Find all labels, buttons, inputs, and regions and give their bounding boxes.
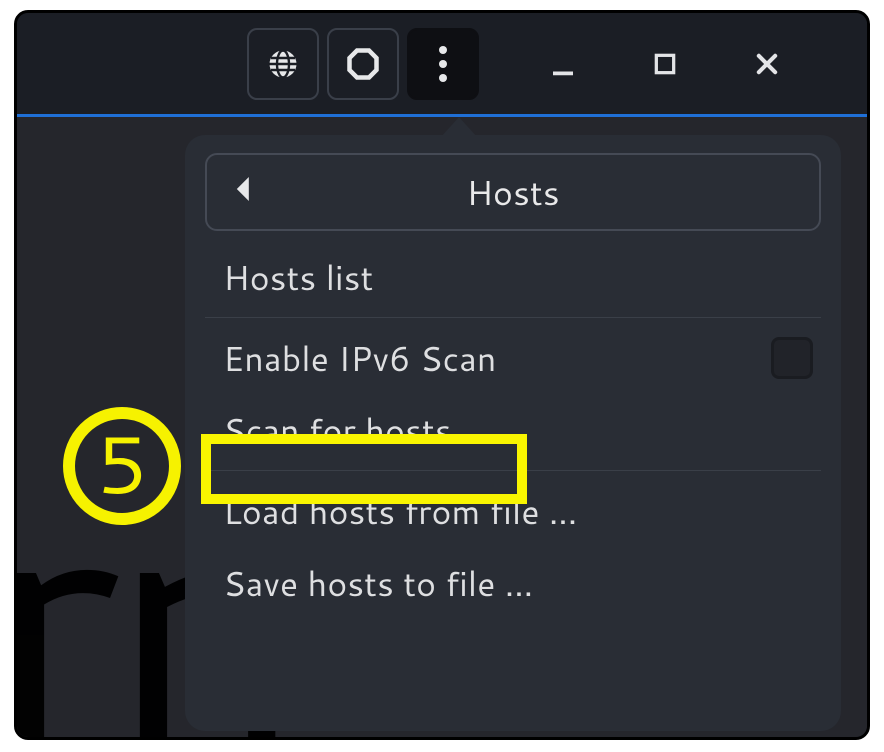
maximize-button[interactable] <box>629 28 701 100</box>
annotation-badge: 5 <box>63 407 181 525</box>
menu-item-label: Enable IPv6 Scan <box>223 334 496 382</box>
separator <box>205 470 821 471</box>
menu-item-enable-ipv6[interactable]: Enable IPv6 Scan <box>205 322 821 394</box>
kebab-menu-button[interactable] <box>407 28 479 100</box>
kebab-menu-icon <box>438 44 448 84</box>
close-icon <box>753 50 781 78</box>
menu-title: Hosts <box>466 168 559 216</box>
menu-item-save-to-file[interactable]: Save hosts to file ... <box>205 547 821 619</box>
separator <box>205 317 821 318</box>
back-button[interactable] <box>235 177 253 207</box>
ipv6-checkbox[interactable] <box>771 337 813 379</box>
octagon-icon <box>345 46 381 82</box>
menu-item-label: Hosts list <box>223 253 373 301</box>
menu-item-label: Load hosts from file ... <box>223 487 577 535</box>
globe-icon <box>265 46 301 82</box>
minimize-button[interactable] <box>527 28 599 100</box>
menu-item-hosts-list[interactable]: Hosts list <box>205 241 821 313</box>
popover-arrow <box>441 117 477 137</box>
globe-button[interactable] <box>247 28 319 100</box>
minimize-icon <box>548 49 578 79</box>
titlebar <box>17 13 867 117</box>
menu-item-label: Save hosts to file ... <box>223 559 533 607</box>
menu-header[interactable]: Hosts <box>205 153 821 231</box>
hosts-popover: Hosts Hosts list Enable IPv6 Scan Scan f… <box>185 135 841 731</box>
stop-button[interactable] <box>327 28 399 100</box>
menu-item-label: Scan for hosts <box>223 406 452 454</box>
chevron-left-icon <box>235 177 253 201</box>
application-window: rn Hosts Hosts list Enable IPv6 Scan S <box>14 10 870 740</box>
menu-item-scan-for-hosts[interactable]: Scan for hosts <box>205 394 821 466</box>
close-button[interactable] <box>731 28 803 100</box>
annotation-number: 5 <box>97 422 148 502</box>
menu-item-load-from-file[interactable]: Load hosts from file ... <box>205 475 821 547</box>
maximize-icon <box>652 51 678 77</box>
content-area: rn Hosts Hosts list Enable IPv6 Scan S <box>17 117 867 737</box>
